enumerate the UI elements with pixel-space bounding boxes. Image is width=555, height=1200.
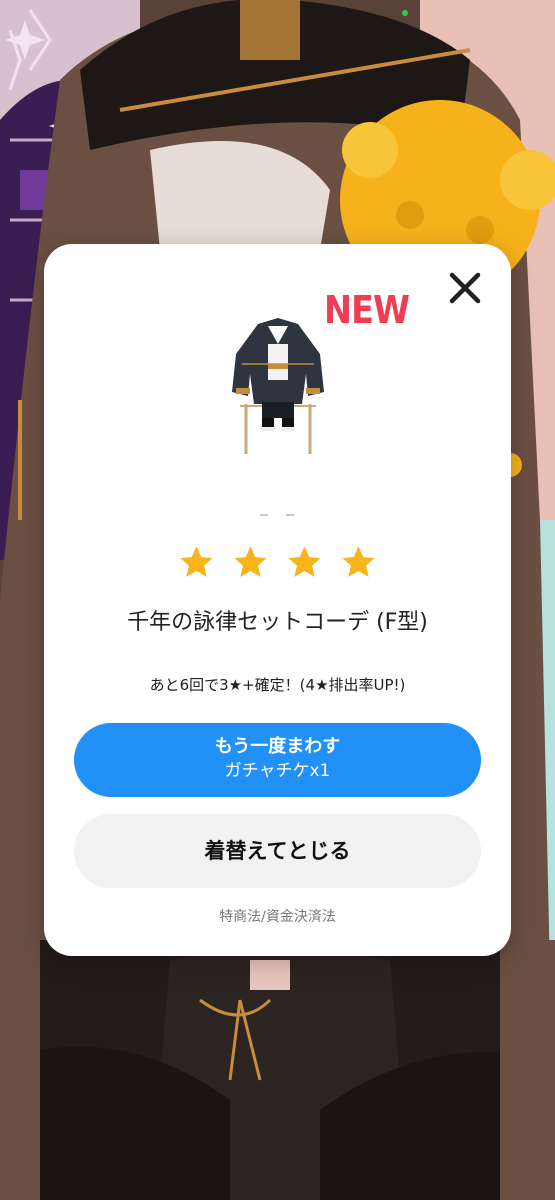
guarantee-note: あと6回で3★+確定！(4★排出率UP!) [149, 676, 406, 694]
spin-again-label: もう一度まわす [214, 736, 341, 757]
ticket-cost-label: ガチャチケx1 [224, 761, 331, 781]
spin-again-button[interactable]: もう一度まわす ガチャチケx1 [74, 723, 481, 797]
gacha-result-dialog: NEW 千年の詠律セットコーデ (F型) あと6回で3★+確定！(4★排出率UP… [44, 244, 511, 956]
new-badge: NEW [324, 288, 410, 332]
outfit-item-image [232, 318, 324, 454]
rarity-stars [44, 544, 511, 581]
close-icon [449, 272, 481, 304]
legal-notice-link[interactable]: 特商法/資金決済法 [44, 906, 511, 926]
item-shadow [260, 514, 294, 516]
status-indicator [402, 10, 408, 16]
star-icon [288, 546, 321, 577]
star-icon [180, 546, 213, 577]
star-icon [234, 546, 267, 577]
change-and-close-button[interactable]: 着替えてとじる [74, 814, 481, 888]
item-name: 千年の詠律セットコーデ (F型) [127, 610, 428, 635]
close-button[interactable] [445, 268, 485, 308]
game-screen: NEW 千年の詠律セットコーデ (F型) あと6回で3★+確定！(4★排出率UP… [0, 0, 555, 1200]
star-icon [342, 546, 375, 577]
